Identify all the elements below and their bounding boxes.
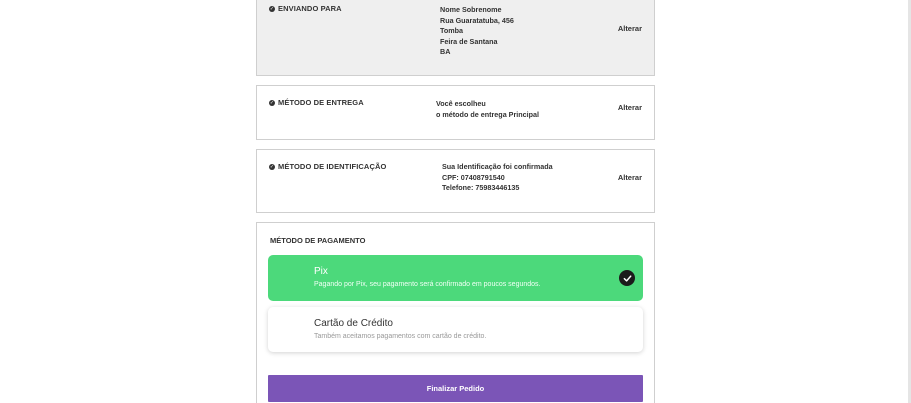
identification-summary: Sua Identificação foi confirmada CPF: 07… bbox=[442, 162, 553, 194]
option-name: Cartão de Crédito bbox=[314, 318, 393, 329]
payment-option-pix[interactable]: Pix Pagando por Pix, seu pagamento será … bbox=[268, 255, 643, 301]
delivery-summary: Você escolheu o método de entrega Princi… bbox=[436, 98, 539, 120]
finalize-order-button[interactable]: Finalizar Pedido bbox=[268, 375, 643, 402]
delivery-line: o método de entrega Principal bbox=[436, 110, 540, 119]
option-name: Pix bbox=[314, 266, 328, 277]
option-description: Pagando por Pix, seu pagamento será conf… bbox=[314, 281, 541, 288]
address-street: Rua Guaratatuba, 456 bbox=[440, 15, 514, 25]
delivery-title-text: MÉTODO DE ENTREGA bbox=[278, 98, 364, 107]
identification-step-title: ✓ MÉTODO DE IDENTIFICAÇÃO bbox=[269, 162, 386, 171]
shipping-address: Nome Sobrenome Rua Guaratatuba, 456 Tomb… bbox=[440, 5, 514, 58]
selected-check-icon bbox=[619, 270, 635, 286]
option-description: Também aceitamos pagamentos com cartão d… bbox=[314, 333, 487, 340]
check-circle-icon: ✓ bbox=[269, 99, 275, 106]
shipping-step-card: ✓ ENVIANDO PARA Nome Sobrenome Rua Guara… bbox=[256, 0, 655, 76]
identification-status: Sua Identificação foi confirmada bbox=[442, 162, 553, 171]
identification-title-text: MÉTODO DE IDENTIFICAÇÃO bbox=[278, 162, 387, 171]
change-shipping-link[interactable]: Alterar bbox=[618, 24, 642, 33]
address-name: Nome Sobrenome bbox=[440, 5, 502, 14]
change-delivery-link[interactable]: Alterar bbox=[618, 103, 642, 112]
payment-option-credit-card[interactable]: Cartão de Crédito Também aceitamos pagam… bbox=[268, 307, 643, 352]
delivery-step-card: ✓ MÉTODO DE ENTREGA Você escolheu o méto… bbox=[256, 85, 655, 140]
delivery-line: Você escolheu bbox=[436, 99, 486, 108]
check-circle-icon: ✓ bbox=[269, 163, 275, 170]
address-city: Feira de Santana bbox=[440, 36, 498, 46]
check-circle-icon: ✓ bbox=[269, 5, 275, 12]
payment-step-card: MÉTODO DE PAGAMENTO Pix Pagando por Pix,… bbox=[256, 222, 655, 403]
payment-title: MÉTODO DE PAGAMENTO bbox=[270, 236, 366, 245]
shipping-title-text: ENVIANDO PARA bbox=[278, 4, 342, 13]
identification-cpf: CPF: 07408791540 bbox=[442, 172, 505, 182]
shipping-step-title: ✓ ENVIANDO PARA bbox=[269, 4, 342, 13]
address-state: BA bbox=[440, 47, 451, 56]
delivery-step-title: ✓ MÉTODO DE ENTREGA bbox=[269, 98, 364, 107]
address-district: Tomba bbox=[440, 26, 464, 35]
identification-step-card: ✓ MÉTODO DE IDENTIFICAÇÃO Sua Identifica… bbox=[256, 149, 655, 213]
change-identification-link[interactable]: Alterar bbox=[618, 173, 642, 182]
identification-phone: Telefone: 75983446135 bbox=[442, 183, 520, 192]
